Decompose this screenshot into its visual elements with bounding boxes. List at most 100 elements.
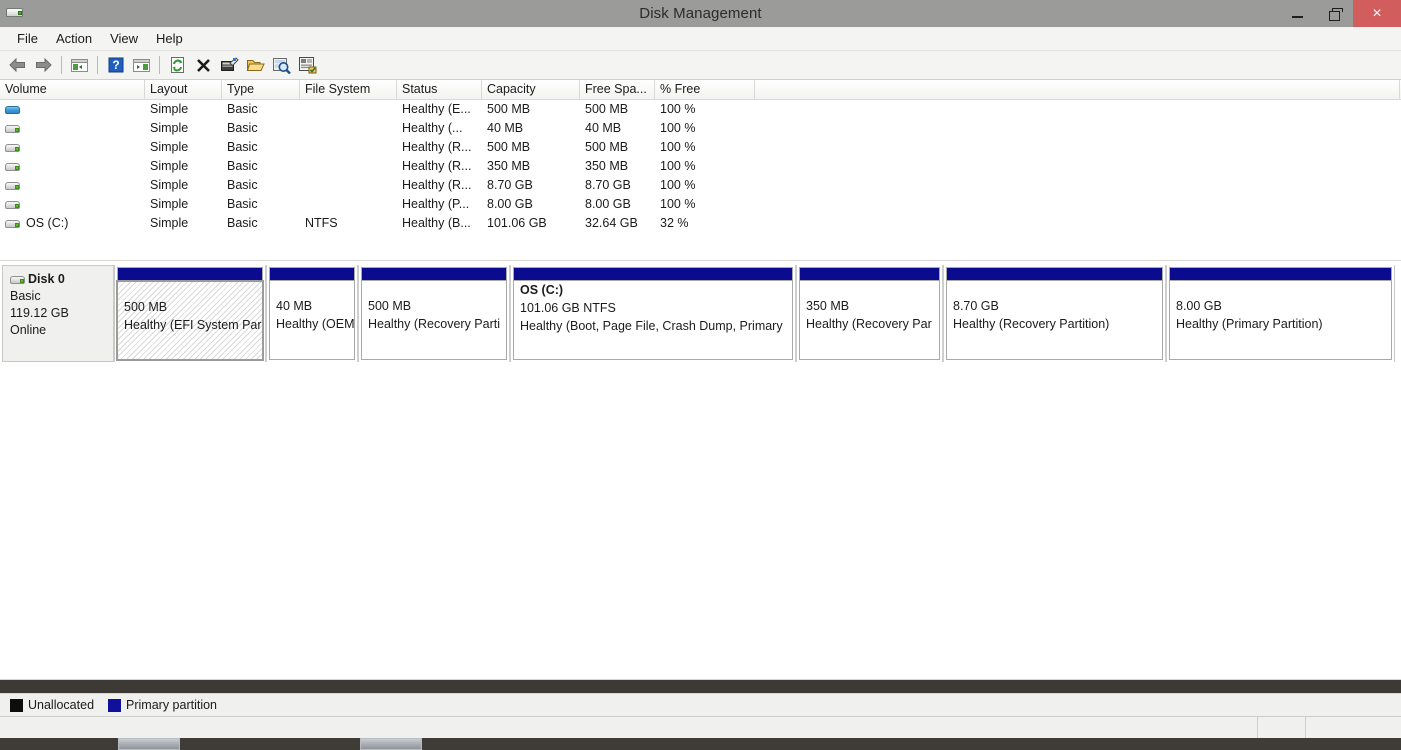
cell-file-system xyxy=(300,119,397,138)
partition-block[interactable]: OS (C:) 101.06 GB NTFS Healthy (Boot, Page… xyxy=(511,265,797,362)
partition-block[interactable]: 8.70 GB Healthy (Recovery Partition) xyxy=(944,265,1167,362)
menu-item-action[interactable]: Action xyxy=(47,29,101,48)
cell-file-system xyxy=(300,100,397,119)
table-row[interactable]: OS (C:) Simple Basic NTFS Healthy (B... 101.0… xyxy=(0,214,1401,233)
cell-file-system xyxy=(300,195,397,214)
column-header-status[interactable]: Status xyxy=(397,80,482,100)
cell-file-system: NTFS xyxy=(305,216,338,230)
cell-volume xyxy=(0,100,145,119)
cell-free-space: 32.64 GB xyxy=(585,216,638,230)
partition-strip: 500 MB Healthy (EFI System Par 40 MB Health… xyxy=(114,265,1397,362)
disk-info-panel[interactable]: Disk 0 Basic 119.12 GB Online xyxy=(2,265,114,362)
column-header-type[interactable]: Type xyxy=(222,80,300,100)
cell-layout: Simple xyxy=(150,197,189,211)
menu-item-help[interactable]: Help xyxy=(147,29,192,48)
cell-type: Basic xyxy=(227,216,258,230)
menu-item-file[interactable]: File xyxy=(8,29,47,48)
menu-item-view[interactable]: View xyxy=(101,29,147,48)
column-header-percent-free[interactable]: % Free xyxy=(655,80,755,100)
table-row[interactable]: Simple Basic Healthy (R... 500 MB 500 MB 100 … xyxy=(0,138,1401,157)
cell-capacity: 350 MB xyxy=(487,159,531,173)
help-icon[interactable]: ? xyxy=(103,53,128,77)
table-row[interactable]: Simple Basic Healthy (R... 8.70 GB 8.70 GB 10… xyxy=(0,176,1401,195)
cell-volume xyxy=(0,195,145,214)
partition-details: 500 MB Healthy (Recovery Parti xyxy=(361,280,507,360)
cell-capacity: 8.70 GB xyxy=(487,178,533,192)
cell-free-space: 350 MB xyxy=(585,159,629,173)
partition-size: 500 MB xyxy=(368,299,412,313)
partition-status: Healthy (Primary Partition) xyxy=(1176,317,1323,331)
restore-button[interactable] xyxy=(1316,0,1353,27)
cell-volume xyxy=(0,138,145,157)
cell-type: Basic xyxy=(227,102,258,116)
cell-layout: Simple xyxy=(150,140,189,154)
cell-status: Healthy (R... xyxy=(402,159,472,173)
table-row[interactable]: Simple Basic Healthy (... 40 MB 40 MB 100 % xyxy=(0,119,1401,138)
partition-status: Healthy (Boot, Page File, Crash Dump, Pr… xyxy=(520,319,783,333)
drive-icon xyxy=(5,218,20,229)
column-header-capacity[interactable]: Capacity xyxy=(482,80,580,100)
partition-color-bar xyxy=(269,267,355,280)
rescan-disks-icon[interactable] xyxy=(269,53,294,77)
table-row[interactable]: Simple Basic Healthy (R... 350 MB 350 MB 100 … xyxy=(0,157,1401,176)
show-hide-console-tree-icon[interactable] xyxy=(67,53,92,77)
open-folder-icon[interactable] xyxy=(243,53,268,77)
cell-type: Basic xyxy=(227,140,258,154)
cell-file-system xyxy=(300,176,397,195)
menu-bar: File Action View Help xyxy=(0,27,1401,51)
drive-icon xyxy=(5,123,20,134)
volume-list-pane: Volume Layout Type File System Status Ca… xyxy=(0,80,1401,261)
partition-status: Healthy (OEM xyxy=(276,317,355,331)
disk-type: Basic xyxy=(10,289,41,303)
column-header-layout[interactable]: Layout xyxy=(145,80,222,100)
minimize-button[interactable] xyxy=(1279,0,1316,27)
cell-percent-free: 32 % xyxy=(660,216,689,230)
volume-label: OS (C:) xyxy=(26,216,69,230)
cell-status: Healthy (B... xyxy=(402,216,471,230)
cell-percent-free: 100 % xyxy=(660,121,696,135)
delete-icon[interactable] xyxy=(191,53,216,77)
partition-block[interactable]: 500 MB Healthy (EFI System Par xyxy=(115,265,267,362)
cell-layout: Simple xyxy=(150,121,189,135)
window-title: Disk Management xyxy=(639,5,762,22)
cell-status: Healthy (P... xyxy=(402,197,470,211)
forward-icon[interactable] xyxy=(31,53,56,77)
properties-icon[interactable] xyxy=(217,53,242,77)
taskbar-button-1[interactable] xyxy=(118,738,180,750)
column-header-volume[interactable]: Volume xyxy=(0,80,145,100)
partition-size: 8.70 GB xyxy=(953,299,999,313)
legend-item-unallocated: Unallocated xyxy=(10,698,94,712)
partition-block[interactable]: 40 MB Healthy (OEM xyxy=(267,265,359,362)
cell-percent-free: 100 % xyxy=(660,102,696,116)
refresh-icon[interactable] xyxy=(165,53,190,77)
partition-block[interactable]: 500 MB Healthy (Recovery Parti xyxy=(359,265,511,362)
partition-details: 8.70 GB Healthy (Recovery Partition) xyxy=(946,280,1163,360)
disk-row-0: Disk 0 Basic 119.12 GB Online 500 MB Heal… xyxy=(2,265,1397,362)
close-button[interactable]: × xyxy=(1353,0,1401,27)
legend-label-primary-partition: Primary partition xyxy=(126,698,218,712)
partition-status: Healthy (Recovery Partition) xyxy=(953,317,1110,331)
column-header-free-space[interactable]: Free Spa... xyxy=(580,80,655,100)
partition-details: 40 MB Healthy (OEM xyxy=(269,280,355,360)
taskbar-button-2[interactable] xyxy=(360,738,422,750)
create-vhd-icon[interactable] xyxy=(295,53,320,77)
cell-capacity: 101.06 GB xyxy=(487,216,547,230)
toolbar-separator xyxy=(61,56,62,74)
column-header-file-system[interactable]: File System xyxy=(300,80,397,100)
table-row[interactable]: Simple Basic Healthy (P... 8.00 GB 8.00 GB 10… xyxy=(0,195,1401,214)
drive-icon xyxy=(5,180,20,191)
back-icon[interactable] xyxy=(5,53,30,77)
cell-free-space: 8.00 GB xyxy=(585,197,631,211)
show-hide-action-pane-icon[interactable] xyxy=(129,53,154,77)
cell-volume xyxy=(0,157,145,176)
title-bar: Disk Management × xyxy=(0,0,1401,27)
table-row[interactable]: Simple Basic Healthy (E... 500 MB 500 MB 100 … xyxy=(0,100,1401,119)
drive-icon xyxy=(5,142,20,153)
drive-icon xyxy=(5,199,20,210)
cell-status: Healthy (R... xyxy=(402,178,472,192)
cell-type: Basic xyxy=(227,159,258,173)
partition-block[interactable]: 350 MB Healthy (Recovery Par xyxy=(797,265,944,362)
partition-status: Healthy (EFI System Par xyxy=(124,318,262,332)
partition-color-bar xyxy=(513,267,793,280)
partition-block[interactable]: 8.00 GB Healthy (Primary Partition) xyxy=(1167,265,1395,362)
